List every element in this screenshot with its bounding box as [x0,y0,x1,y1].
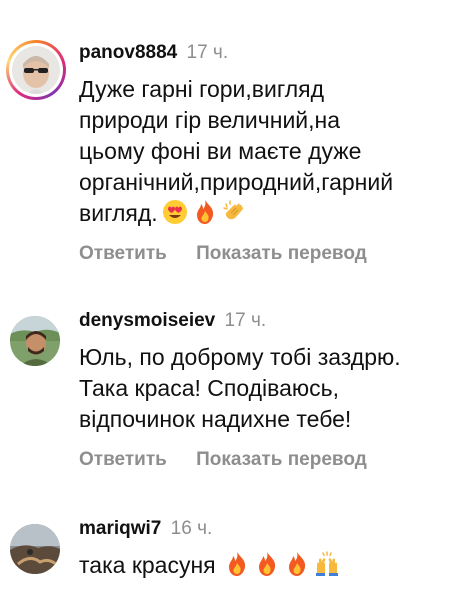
avatar-wrap[interactable] [10,524,60,574]
username[interactable]: denysmoiseiev [79,310,215,331]
reply-button[interactable]: Ответить [79,449,167,470]
show-translation-button[interactable]: Показать перевод [196,243,367,264]
avatar[interactable] [12,46,60,94]
clapping-hands-icon [222,200,243,220]
comment-text: Дуже гарні гори,вигляд природи гір велич… [79,74,463,229]
timestamp: 17 ч. [224,310,267,331]
avatar[interactable] [10,524,60,574]
fire-icon [258,552,275,576]
fire-icon [228,552,245,576]
comment-actions: Ответить Показать перевод [79,449,463,471]
comment-text: Юль, по доброму тобі заздрю. Така краса!… [79,344,401,432]
show-translation-button[interactable]: Показать перевод [196,449,367,470]
avatar[interactable] [10,316,60,366]
fire-icon [196,200,213,224]
comment-text-content: така красуня [79,552,216,578]
avatar-wrap[interactable] [10,316,60,366]
heart-eyes-icon [162,200,187,224]
reply-button[interactable]: Ответить [79,243,167,264]
fire-icon [288,552,305,576]
story-ring-avatar[interactable] [6,40,66,100]
comment-actions: Ответить Показать перевод [79,243,463,265]
username[interactable]: mariqwi7 [79,518,161,539]
timestamp: 16 ч. [170,518,213,539]
username[interactable]: panov8884 [79,42,177,63]
raising-hands-icon [315,551,338,576]
timestamp: 17 ч. [186,42,229,63]
comment-text: така красуня [79,550,463,581]
